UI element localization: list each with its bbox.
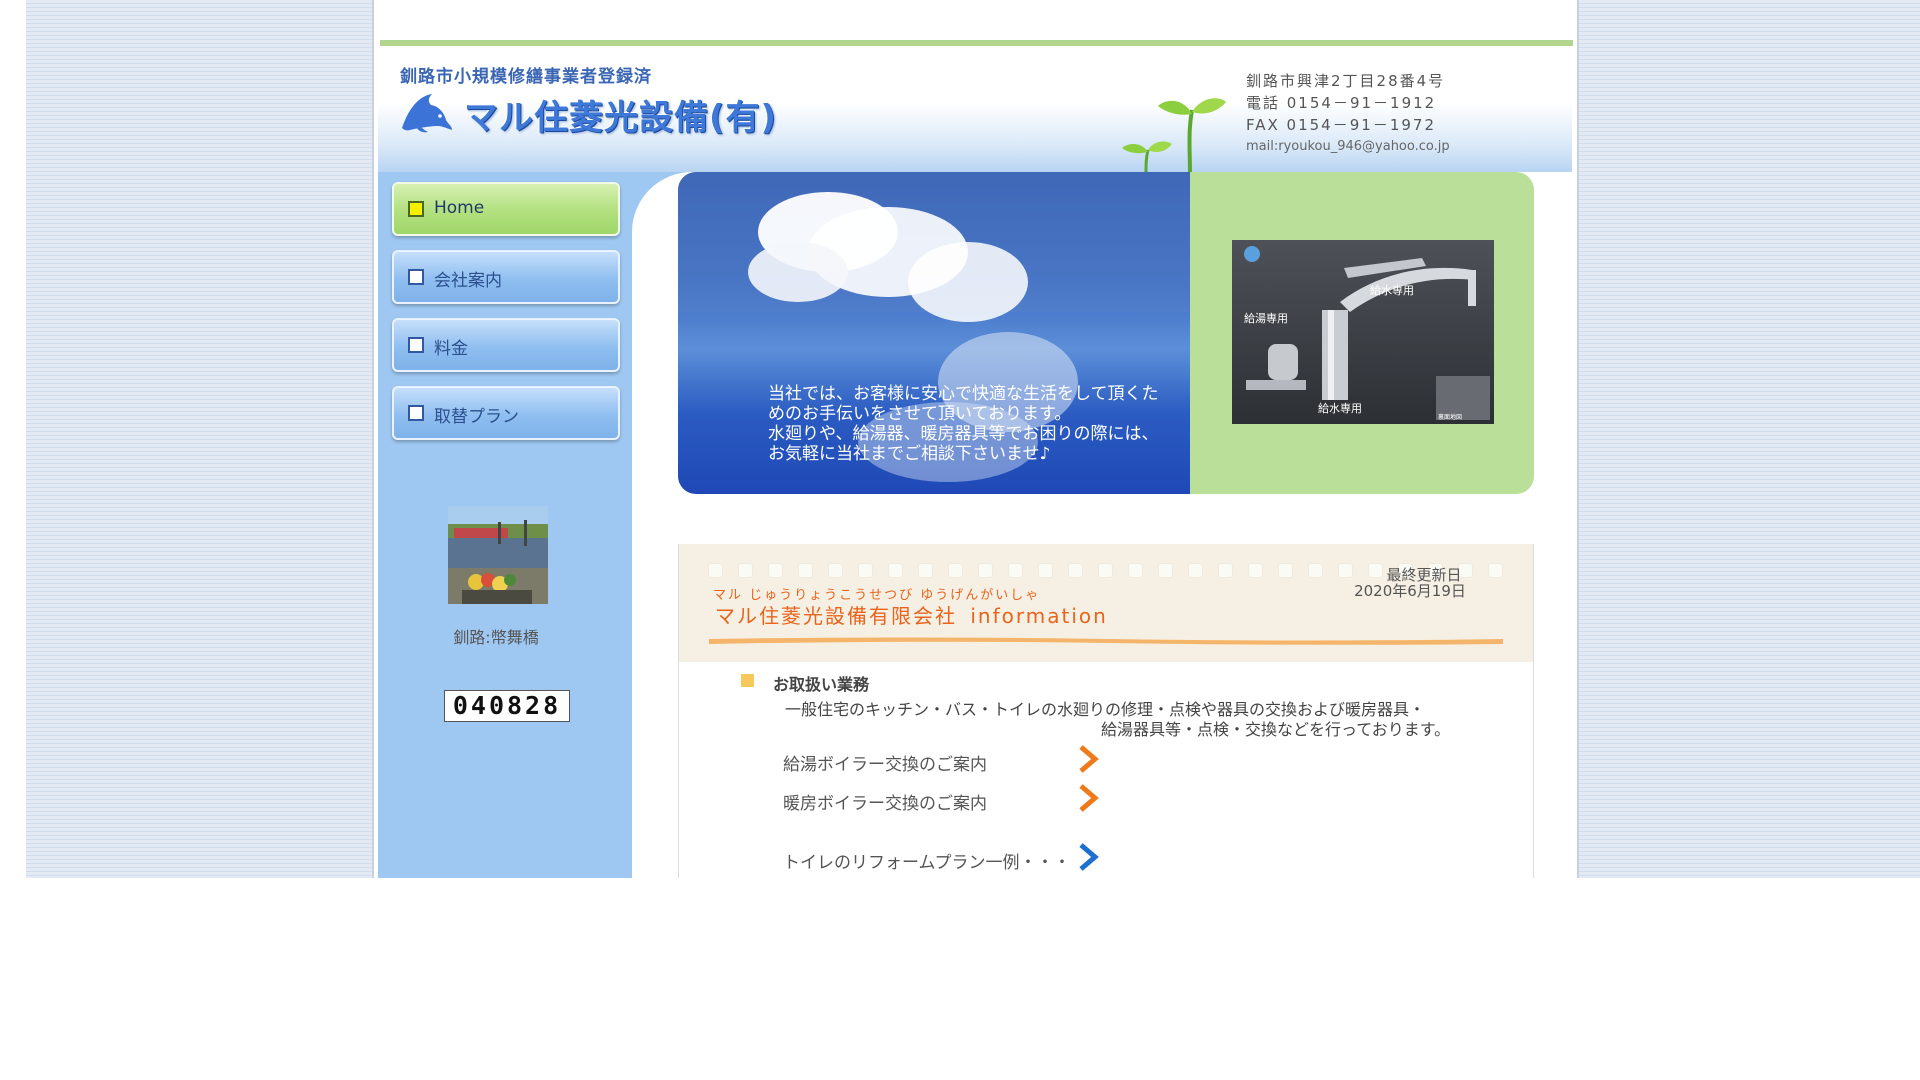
company-name: マル住菱光設備(有) — [464, 98, 778, 138]
square-bullet-icon — [408, 405, 424, 421]
faucet-photo: 給水専用 給湯専用 給水専用 裏面地図 — [1232, 240, 1494, 424]
sky-image: 当社では、お客様に安心で快適な生活をして頂くた めのお手伝いをさせて頂いておりま… — [678, 172, 1190, 494]
main-content: 当社では、お客様に安心で快適な生活をして頂くた めのお手伝いをさせて頂いておりま… — [632, 172, 1573, 878]
fax-text: FAX 0154－91－1972 — [1246, 116, 1436, 134]
page-container: 釧路市小規模修繕事業者登録済 マル住菱光設備(有) 釧路市興津2丁目28番4号 … — [372, 0, 1579, 878]
services-title: お取扱い業務 — [773, 675, 870, 694]
link-toilet-reform-label: トイレのリフォームプラン一例・・・ — [783, 853, 1071, 873]
visitor-counter: 040828 — [444, 690, 570, 722]
dolphin-logo-icon — [402, 94, 452, 133]
registration-tagline: 釧路市小規模修繕事業者登録済 — [400, 67, 652, 87]
nav-pricing-label: 料金 — [434, 339, 468, 359]
link-hot-water-boiler-label: 給湯ボイラー交換のご案内 — [783, 755, 987, 775]
link-toilet-reform[interactable]: トイレのリフォームプラン一例・・・ — [783, 848, 1070, 873]
info-title-company: マル住菱光設備有限会社 — [715, 604, 957, 628]
hero-line-4: お気軽に当社までご相談下さいませ♪ — [768, 444, 1051, 464]
info-title-suffix: information — [970, 604, 1108, 628]
nav-company-button[interactable]: 会社案内 — [392, 250, 620, 304]
hero-banner: 当社では、お客様に安心で快適な生活をして頂くた めのお手伝いをさせて頂いておりま… — [678, 172, 1534, 494]
info-title: マル住菱光設備有限会社 information — [715, 600, 1108, 629]
nav-home-button[interactable]: Home — [392, 182, 620, 236]
square-bullet-icon — [408, 337, 424, 353]
nav-pricing-button[interactable]: 料金 — [392, 318, 620, 372]
link-hot-water-boiler[interactable]: 給湯ボイラー交換のご案内 — [783, 750, 987, 775]
hero-line-3: 水廻りや、給湯器、暖房器具等でお困りの際には、 — [768, 424, 1159, 444]
address-text: 釧路市興津2丁目28番4号 — [1246, 72, 1446, 90]
faucet-label-small: 裏面地図 — [1438, 414, 1463, 421]
info-section: マル じゅうりょうこうせつび ゆうげんがいしゃ マル住菱光設備有限会社 info… — [678, 544, 1534, 878]
updated-date: 2020年6月19日 — [1354, 582, 1466, 600]
chevron-right-blue-icon[interactable] — [1077, 842, 1101, 872]
services-description-2: 給湯器具等・点検・交換などを行っております。 — [1101, 720, 1451, 739]
nav-company-label: 会社案内 — [434, 271, 502, 291]
phone-text: 電話 0154－91－1912 — [1246, 94, 1437, 112]
faucet-label-hot: 給湯専用 — [1244, 312, 1288, 325]
hero-line-1: 当社では、お客様に安心で快適な生活をして頂くた — [768, 384, 1159, 404]
hero-line-2: めのお手伝いをさせて頂いております。 — [768, 404, 1072, 424]
sprout-decoration-icon — [1122, 98, 1226, 174]
square-bullet-icon — [408, 201, 424, 217]
info-header: マル じゅうりょうこうせつび ゆうげんがいしゃ マル住菱光設備有限会社 info… — [679, 544, 1533, 662]
sidebar: Home 会社案内 料金 取替プラン 釧路:幣舞橋 040828 — [378, 172, 632, 878]
bridge-photo — [448, 506, 548, 604]
brush-stroke-divider — [709, 637, 1503, 645]
faucet-label-water-top: 給水専用 — [1370, 284, 1414, 297]
square-bullet-icon — [408, 269, 424, 285]
contact-block: 釧路市興津2丁目28番4号 電話 0154－91－1912 FAX 0154－9… — [1246, 70, 1450, 158]
nav-home-label: Home — [434, 198, 485, 218]
faucet-label-water-bottom: 給水専用 — [1318, 402, 1362, 415]
nav-replacement-plan-label: 取替プラン — [434, 407, 519, 427]
site-header: 釧路市小規模修繕事業者登録済 マル住菱光設備(有) 釧路市興津2丁目28番4号 … — [378, 46, 1572, 174]
photo-caption: 釧路:幣舞橋 — [453, 628, 539, 647]
section-bullet-icon — [741, 674, 754, 687]
link-heating-boiler[interactable]: 暖房ボイラー交換のご案内 — [783, 789, 987, 814]
email-text: mail:ryoukou_946@yahoo.co.jp — [1246, 139, 1450, 154]
link-heating-boiler-label: 暖房ボイラー交換のご案内 — [783, 794, 987, 814]
chevron-right-orange-icon[interactable] — [1077, 744, 1101, 774]
hero-message: 当社では、お客様に安心で快適な生活をして頂くた めのお手伝いをさせて頂いておりま… — [768, 384, 1188, 464]
chevron-right-orange-icon[interactable] — [1077, 783, 1101, 813]
nav-replacement-plan-button[interactable]: 取替プラン — [392, 386, 620, 440]
